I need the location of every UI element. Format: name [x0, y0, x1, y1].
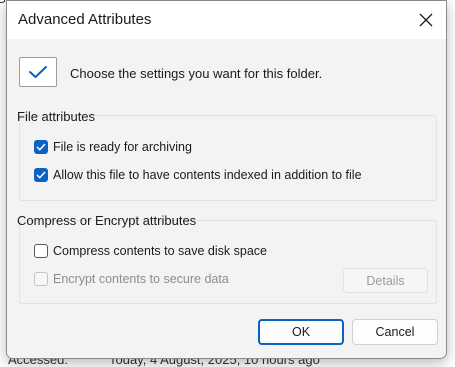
close-button[interactable] [410, 4, 442, 36]
compress-checkbox-label: Compress contents to save disk space [53, 244, 267, 258]
archive-checkbox[interactable] [34, 140, 48, 154]
encrypt-checkbox [34, 272, 48, 286]
dialog-title: Advanced Attributes [18, 11, 152, 28]
index-checkbox-row[interactable]: Allow this file to have contents indexed… [34, 168, 362, 182]
intro-text: Choose the settings you want for this fo… [70, 66, 323, 81]
compress-encrypt-label: Compress or Encrypt attributes [17, 213, 197, 228]
title-bar: Advanced Attributes [7, 1, 446, 39]
archive-checkbox-label: File is ready for archiving [53, 140, 192, 154]
index-checkbox-label: Allow this file to have contents indexed… [53, 168, 362, 182]
compress-checkbox-row[interactable]: Compress contents to save disk space [34, 244, 267, 258]
close-icon [419, 13, 433, 27]
check-icon [36, 143, 46, 151]
details-button: Details [343, 268, 428, 293]
dialog-body: Choose the settings you want for this fo… [7, 39, 446, 358]
cancel-button[interactable]: Cancel [352, 319, 438, 345]
encrypt-checkbox-label: Encrypt contents to secure data [53, 272, 229, 286]
encrypt-checkbox-row: Encrypt contents to secure data [34, 272, 229, 286]
index-checkbox[interactable] [34, 168, 48, 182]
file-attributes-group [19, 115, 437, 201]
ok-button[interactable]: OK [258, 319, 344, 345]
archive-checkbox-row[interactable]: File is ready for archiving [34, 140, 192, 154]
advanced-attributes-dialog: Advanced Attributes Choose the settings … [6, 0, 447, 359]
compress-checkbox[interactable] [34, 244, 48, 258]
folder-settings-icon [19, 57, 57, 87]
check-icon [36, 171, 46, 179]
checkmark-icon [29, 66, 47, 78]
file-attributes-label: File attributes [17, 109, 96, 124]
